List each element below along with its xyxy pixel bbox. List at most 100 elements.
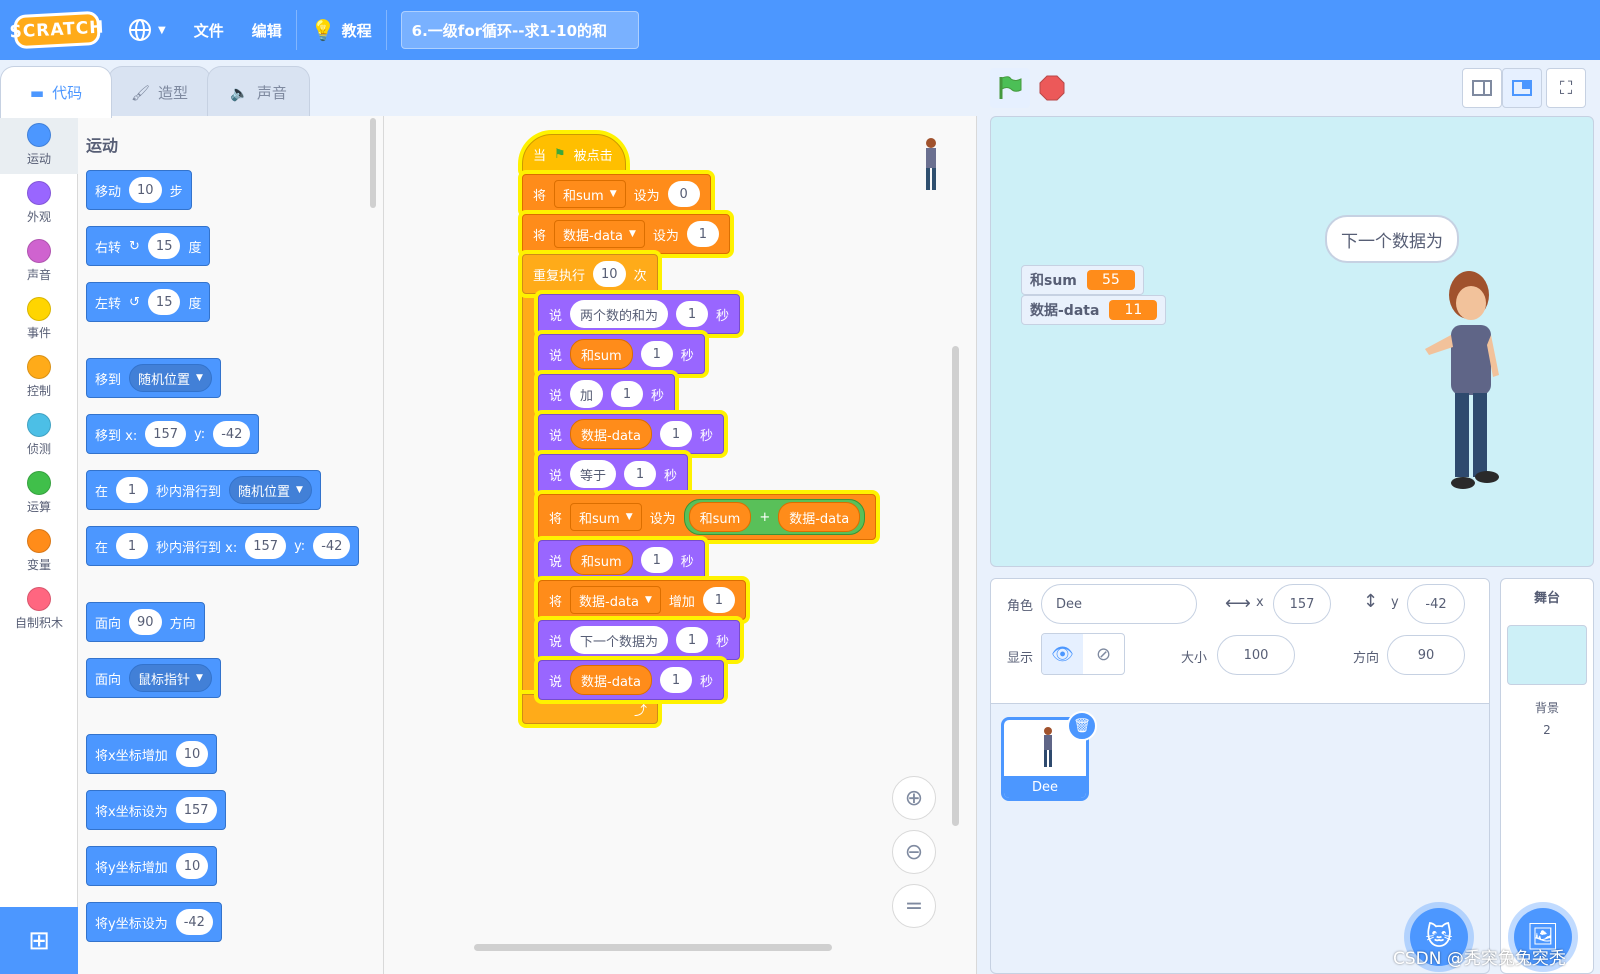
add-operator-block[interactable]: 和sum + 数据-data xyxy=(683,499,866,535)
say-for-secs-block[interactable]: 说 数据-data 1 秒 xyxy=(538,660,725,700)
glide-xy-block[interactable]: 在 1 秒内滑行到 x: 157 y: -42 xyxy=(86,526,360,566)
variable-monitor[interactable]: 和sum 55 xyxy=(1021,265,1144,295)
variable-dropdown[interactable]: 和sum ▼ xyxy=(570,503,642,531)
y-input[interactable]: -42 xyxy=(1407,584,1465,624)
delete-sprite-button[interactable]: 🗑 xyxy=(1067,711,1097,741)
point-towards-block[interactable]: 面向 鼠标指针 ▼ xyxy=(86,658,221,698)
category-item[interactable]: 自制积木 xyxy=(0,580,78,638)
message-input[interactable]: 两个数的和为 xyxy=(570,300,669,328)
message-input[interactable]: 等于 xyxy=(570,460,617,488)
show-visible-button[interactable]: 👁 xyxy=(1042,634,1083,674)
secs-input[interactable]: 1 xyxy=(660,421,692,447)
fullscreen-button[interactable]: ⛶ xyxy=(1546,68,1586,108)
project-title-input[interactable]: 6.一级for循环--求1-10的和 xyxy=(400,11,639,49)
secs-input[interactable]: 1 xyxy=(116,533,149,559)
value-input[interactable]: 0 xyxy=(667,181,700,207)
stage-thumbnail[interactable] xyxy=(1507,625,1587,685)
add-extension-button[interactable]: ⊞ xyxy=(0,907,78,974)
repeat-count-input[interactable]: 10 xyxy=(593,261,626,287)
degrees-input[interactable]: 15 xyxy=(147,233,181,259)
stage[interactable]: 和sum 55 数据-data 11 下一个数据为 xyxy=(990,116,1594,567)
when-flag-clicked-block[interactable]: 当 ⚑ 被点击 xyxy=(522,134,626,174)
value-input[interactable]: 157 xyxy=(175,797,217,823)
y-input[interactable]: -42 xyxy=(313,533,351,559)
change-x-block[interactable]: 将x坐标增加 10 xyxy=(86,734,218,774)
category-item[interactable]: 运动 xyxy=(0,116,78,174)
glide-block[interactable]: 在 1 秒内滑行到 随机位置 ▼ xyxy=(86,470,321,510)
variable-dropdown[interactable]: 数据-data ▼ xyxy=(570,586,661,614)
say-for-secs-block[interactable]: 说 两个数的和为 1 秒 xyxy=(538,294,741,334)
palette-scrollbar[interactable] xyxy=(370,118,376,208)
value-input[interactable]: 10 xyxy=(175,741,209,767)
direction-input[interactable]: 90 xyxy=(1387,635,1465,675)
secs-input[interactable]: 1 xyxy=(116,477,149,503)
say-for-secs-block[interactable]: 说 和sum 1 秒 xyxy=(538,540,705,580)
x-input[interactable]: 157 xyxy=(1273,584,1331,624)
degrees-input[interactable]: 15 xyxy=(147,289,181,315)
tab-costumes[interactable]: 🖌 造型 xyxy=(108,66,211,118)
change-variable-block[interactable]: 将 数据-data ▼ 增加 1 xyxy=(538,580,746,620)
category-item[interactable]: 运算 xyxy=(0,464,78,522)
value-input[interactable]: 1 xyxy=(702,587,735,613)
say-for-secs-block[interactable]: 说 等于 1 秒 xyxy=(538,454,689,494)
large-stage-button[interactable] xyxy=(1502,68,1542,108)
say-for-secs-block[interactable]: 说 和sum 1 秒 xyxy=(538,334,705,374)
direction-input[interactable]: 90 xyxy=(129,609,162,635)
move-steps-block[interactable]: 移动 10 步 xyxy=(86,170,192,210)
secs-input[interactable]: 1 xyxy=(611,381,644,407)
edit-menu[interactable]: 编辑 xyxy=(238,0,296,60)
zoom-in-button[interactable]: ⊕ xyxy=(892,776,936,820)
file-menu[interactable]: 文件 xyxy=(180,0,238,60)
value-input[interactable]: 1 xyxy=(686,221,719,247)
tutorials-button[interactable]: 💡 教程 xyxy=(297,0,386,60)
steps-input[interactable]: 10 xyxy=(129,177,162,203)
goto-block[interactable]: 移到 随机位置 ▼ xyxy=(86,358,221,398)
set-variable-block[interactable]: 将 和sum ▼ 设为 0 xyxy=(522,174,711,214)
category-item[interactable]: 外观 xyxy=(0,174,78,232)
variable-reporter[interactable]: 和sum xyxy=(570,339,633,369)
variable-reporter[interactable]: 数据-data xyxy=(570,665,652,695)
glide-target-dropdown[interactable]: 随机位置 ▼ xyxy=(229,476,312,504)
show-hidden-button[interactable]: ⊘ xyxy=(1083,634,1124,674)
say-for-secs-block[interactable]: 说 下一个数据为 1 秒 xyxy=(538,620,741,660)
secs-input[interactable]: 1 xyxy=(640,341,673,367)
green-flag-button[interactable] xyxy=(990,68,1030,108)
change-y-block[interactable]: 将y坐标增加 10 xyxy=(86,846,218,886)
scratch-logo[interactable]: SCRATCH xyxy=(9,10,105,50)
secs-input[interactable]: 1 xyxy=(660,667,692,693)
sprite-name-input[interactable]: Dee xyxy=(1041,584,1197,624)
value-input[interactable]: -42 xyxy=(175,909,213,935)
goto-xy-block[interactable]: 移到 x: 157 y: -42 xyxy=(86,414,260,454)
category-item[interactable]: 控制 xyxy=(0,348,78,406)
secs-input[interactable]: 1 xyxy=(676,301,709,327)
tab-code[interactable]: ▬ 代码 xyxy=(0,66,112,118)
y-input[interactable]: -42 xyxy=(213,421,251,447)
stop-button[interactable] xyxy=(1032,68,1072,108)
x-input[interactable]: 157 xyxy=(145,421,187,447)
category-item[interactable]: 侦测 xyxy=(0,406,78,464)
value-input[interactable]: 10 xyxy=(175,853,209,879)
category-item[interactable]: 事件 xyxy=(0,290,78,348)
point-direction-block[interactable]: 面向 90 方向 xyxy=(86,602,205,642)
zoom-reset-button[interactable]: = xyxy=(892,884,936,928)
turn-right-block[interactable]: 右转 ↻ 15 度 xyxy=(86,226,211,266)
x-input[interactable]: 157 xyxy=(245,533,287,559)
variable-reporter[interactable]: 数据-data xyxy=(778,502,861,532)
secs-input[interactable]: 1 xyxy=(640,547,673,573)
secs-input[interactable]: 1 xyxy=(676,627,709,653)
repeat-block[interactable]: 重复执行 10 次 xyxy=(522,254,658,294)
set-x-block[interactable]: 将x坐标设为 157 xyxy=(86,790,226,830)
variable-reporter[interactable]: 和sum xyxy=(688,502,752,532)
variable-dropdown[interactable]: 数据-data ▼ xyxy=(554,220,645,248)
tab-sounds[interactable]: 🔈 声音 xyxy=(207,66,310,118)
variable-monitor[interactable]: 数据-data 11 xyxy=(1021,295,1167,325)
set-y-block[interactable]: 将y坐标设为 -42 xyxy=(86,902,222,942)
code-workspace[interactable]: ⤴ 当 ⚑ 被点击 将 和sum ▼ 设为 0 将 数据-data ▼ 设为 1 重… xyxy=(384,116,977,974)
goto-target-dropdown[interactable]: 随机位置 ▼ xyxy=(129,364,212,392)
workspace-vscrollbar[interactable] xyxy=(952,346,959,826)
sprite-dee[interactable] xyxy=(1411,265,1511,505)
category-item[interactable]: 声音 xyxy=(0,232,78,290)
towards-dropdown[interactable]: 鼠标指针 ▼ xyxy=(129,664,212,692)
turn-left-block[interactable]: 左转 ↺ 15 度 xyxy=(86,282,211,322)
set-variable-block[interactable]: 将 和sum ▼ 设为 和sum + 数据-data xyxy=(538,494,877,540)
